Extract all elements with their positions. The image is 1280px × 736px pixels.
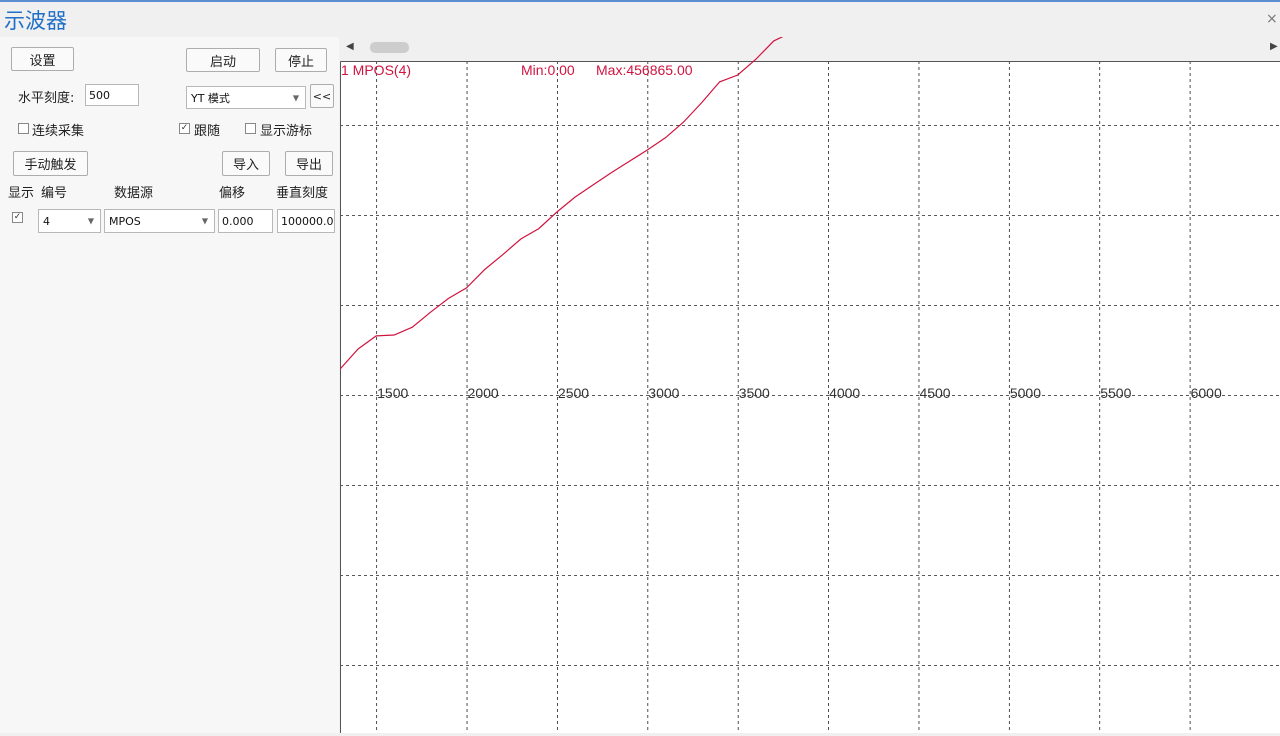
continuous-capture-label: 连续采集 xyxy=(32,124,85,139)
min-readout: Min:0.00 xyxy=(521,62,575,78)
x-tick-label: 5000 xyxy=(1010,385,1041,401)
mode-select-value: YT 模式 xyxy=(191,91,230,105)
continuous-capture-checkbox[interactable] xyxy=(18,123,29,134)
channel-number-value: 4 xyxy=(43,214,50,228)
x-tick-label: 5500 xyxy=(1100,385,1131,401)
settings-button[interactable]: 设置 xyxy=(11,47,74,71)
show-cursor-checkbox[interactable] xyxy=(245,123,256,134)
column-header-vscale: 垂直刻度 xyxy=(276,186,329,201)
start-button[interactable]: 启动 xyxy=(186,48,260,72)
column-header-number: 编号 xyxy=(41,186,68,201)
column-header-offset: 偏移 xyxy=(219,186,246,201)
collapse-panel-button[interactable]: << xyxy=(310,84,334,108)
channel-source-value: MPOS xyxy=(109,214,141,228)
channel-number-select[interactable]: 4 ▼ xyxy=(38,209,101,233)
oscilloscope-plot[interactable]: 1500 2000 2500 3000 3500 4000 4500 5000 5500 6000… xyxy=(339,0,1280,734)
show-cursor-label: 显示游标 xyxy=(260,124,313,139)
import-button[interactable]: 导入 xyxy=(222,151,270,176)
x-tick-label: 4000 xyxy=(829,385,860,401)
chevron-down-icon: ▼ xyxy=(292,93,299,102)
horizontal-scale-label: 水平刻度: xyxy=(18,91,75,106)
stop-button[interactable]: 停止 xyxy=(275,48,327,72)
follow-checkbox[interactable]: ✓ xyxy=(179,123,190,134)
follow-label: 跟随 xyxy=(194,124,221,139)
control-panel xyxy=(0,37,339,733)
x-tick-label: 4500 xyxy=(919,385,950,401)
horizontal-scale-input[interactable]: 500 xyxy=(85,84,139,106)
channel-vscale-input[interactable]: 100000.00 xyxy=(277,209,335,233)
max-readout: Max:456865.00 xyxy=(596,62,693,78)
x-tick-label: 3500 xyxy=(739,385,770,401)
x-tick-label: 1500 xyxy=(377,385,408,401)
close-icon[interactable]: × xyxy=(1266,10,1278,28)
window-title: 示波器 xyxy=(4,9,67,33)
export-button[interactable]: 导出 xyxy=(285,151,333,176)
x-tick-label: 2500 xyxy=(558,385,589,401)
check-icon: ✓ xyxy=(180,123,189,133)
check-icon: ✓ xyxy=(13,212,22,222)
chevron-down-icon: ▼ xyxy=(201,216,208,226)
channel-show-checkbox[interactable]: ✓ xyxy=(12,212,23,223)
x-tick-label: 3000 xyxy=(648,385,679,401)
x-tick-label: 6000 xyxy=(1191,385,1222,401)
channel-offset-input[interactable]: 0.000 xyxy=(218,209,273,233)
channel-source-select[interactable]: MPOS ▼ xyxy=(104,209,215,233)
chevron-down-icon: ▼ xyxy=(87,216,94,226)
column-header-source: 数据源 xyxy=(114,186,154,201)
oscilloscope-chart[interactable]: 1500 2000 2500 3000 3500 4000 4500 5000 5500 6000… xyxy=(339,0,1280,734)
mode-select[interactable]: YT 模式 ▼ xyxy=(186,86,306,109)
series-legend: 1 MPOS(4) xyxy=(341,62,411,78)
x-tick-label: 2000 xyxy=(468,385,499,401)
column-header-show: 显示 xyxy=(8,186,35,201)
manual-trigger-button[interactable]: 手动触发 xyxy=(13,151,88,176)
window-top-border xyxy=(0,0,1280,2)
